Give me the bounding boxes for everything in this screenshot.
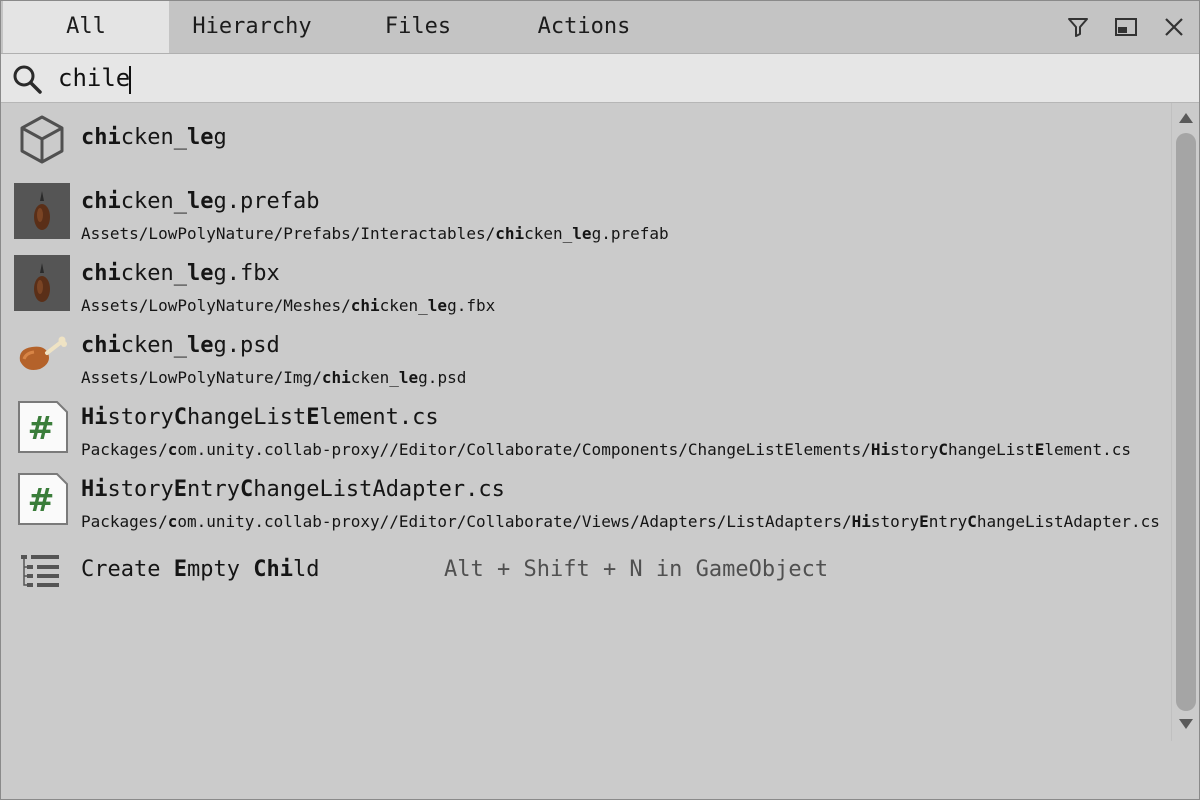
result-title: chicken_leg.fbx — [81, 261, 280, 286]
list-item[interactable]: chicken_leg — [1, 103, 1171, 175]
tab-bar: All Hierarchy Files Actions — [1, 1, 1199, 54]
search-icon — [13, 65, 42, 94]
svg-text:#: # — [28, 481, 55, 519]
vertical-scrollbar[interactable] — [1171, 103, 1199, 741]
chicken-leg-image-icon — [19, 336, 67, 370]
scroll-thumb[interactable] — [1176, 133, 1196, 711]
csharp-script-icon: # — [18, 401, 68, 453]
mesh-thumbnail-icon — [14, 255, 70, 311]
result-path: Packages/com.unity.collab-proxy//Editor/… — [81, 440, 1132, 459]
scroll-down-icon[interactable] — [1178, 717, 1194, 731]
list-item[interactable]: Create Empty Child Alt + Shift + N in Ga… — [1, 543, 1171, 599]
result-path: Assets/LowPolyNature/Img/chicken_leg.psd — [81, 368, 467, 387]
filter-icon[interactable] — [1066, 15, 1090, 39]
dock-icon[interactable] — [1114, 15, 1138, 39]
list-item[interactable]: # HistoryEntryChangeListAdapter.cs Packa… — [1, 469, 1171, 539]
list-item[interactable]: # HistoryChangeListElement.cs Packages/c… — [1, 397, 1171, 467]
list-item[interactable]: chicken_leg.psd Assets/LowPolyNature/Img… — [1, 325, 1171, 395]
text-caret — [129, 66, 131, 94]
hierarchy-list-icon — [21, 555, 59, 587]
svg-text:#: # — [28, 409, 55, 447]
search-window: All Hierarchy Files Actions chile chicke… — [0, 0, 1200, 800]
scroll-up-icon[interactable] — [1178, 111, 1194, 125]
action-shortcut: Alt + Shift + N in GameObject — [444, 557, 829, 582]
search-bar — [1, 54, 1199, 103]
results-list: chicken_leg chicken_leg.prefab Assets/Lo… — [1, 103, 1171, 799]
list-item[interactable]: chicken_leg.prefab Assets/LowPolyNature/… — [1, 181, 1171, 251]
cube-icon — [20, 115, 64, 164]
tab-actions[interactable]: Actions — [501, 1, 667, 53]
result-title: chicken_leg.prefab — [81, 189, 320, 214]
prefab-thumbnail-icon — [14, 183, 70, 239]
result-title: chicken_leg.psd — [81, 333, 280, 358]
result-path: Packages/com.unity.collab-proxy//Editor/… — [81, 512, 1160, 531]
csharp-script-icon: # — [18, 473, 68, 525]
search-input[interactable] — [55, 60, 1158, 96]
tab-files[interactable]: Files — [335, 1, 501, 53]
result-title: HistoryChangeListElement.cs — [81, 405, 439, 430]
action-title: Create Empty Child — [81, 557, 320, 582]
list-item[interactable]: chicken_leg.fbx Assets/LowPolyNature/Mes… — [1, 253, 1171, 323]
result-title: chicken_leg — [81, 125, 227, 150]
result-path: Assets/LowPolyNature/Meshes/chicken_leg.… — [81, 296, 496, 315]
tab-hierarchy[interactable]: Hierarchy — [169, 1, 335, 53]
tab-all[interactable]: All — [3, 1, 169, 53]
close-icon[interactable] — [1162, 15, 1186, 39]
result-path: Assets/LowPolyNature/Prefabs/Interactabl… — [81, 224, 669, 243]
result-title: HistoryEntryChangeListAdapter.cs — [81, 477, 505, 502]
